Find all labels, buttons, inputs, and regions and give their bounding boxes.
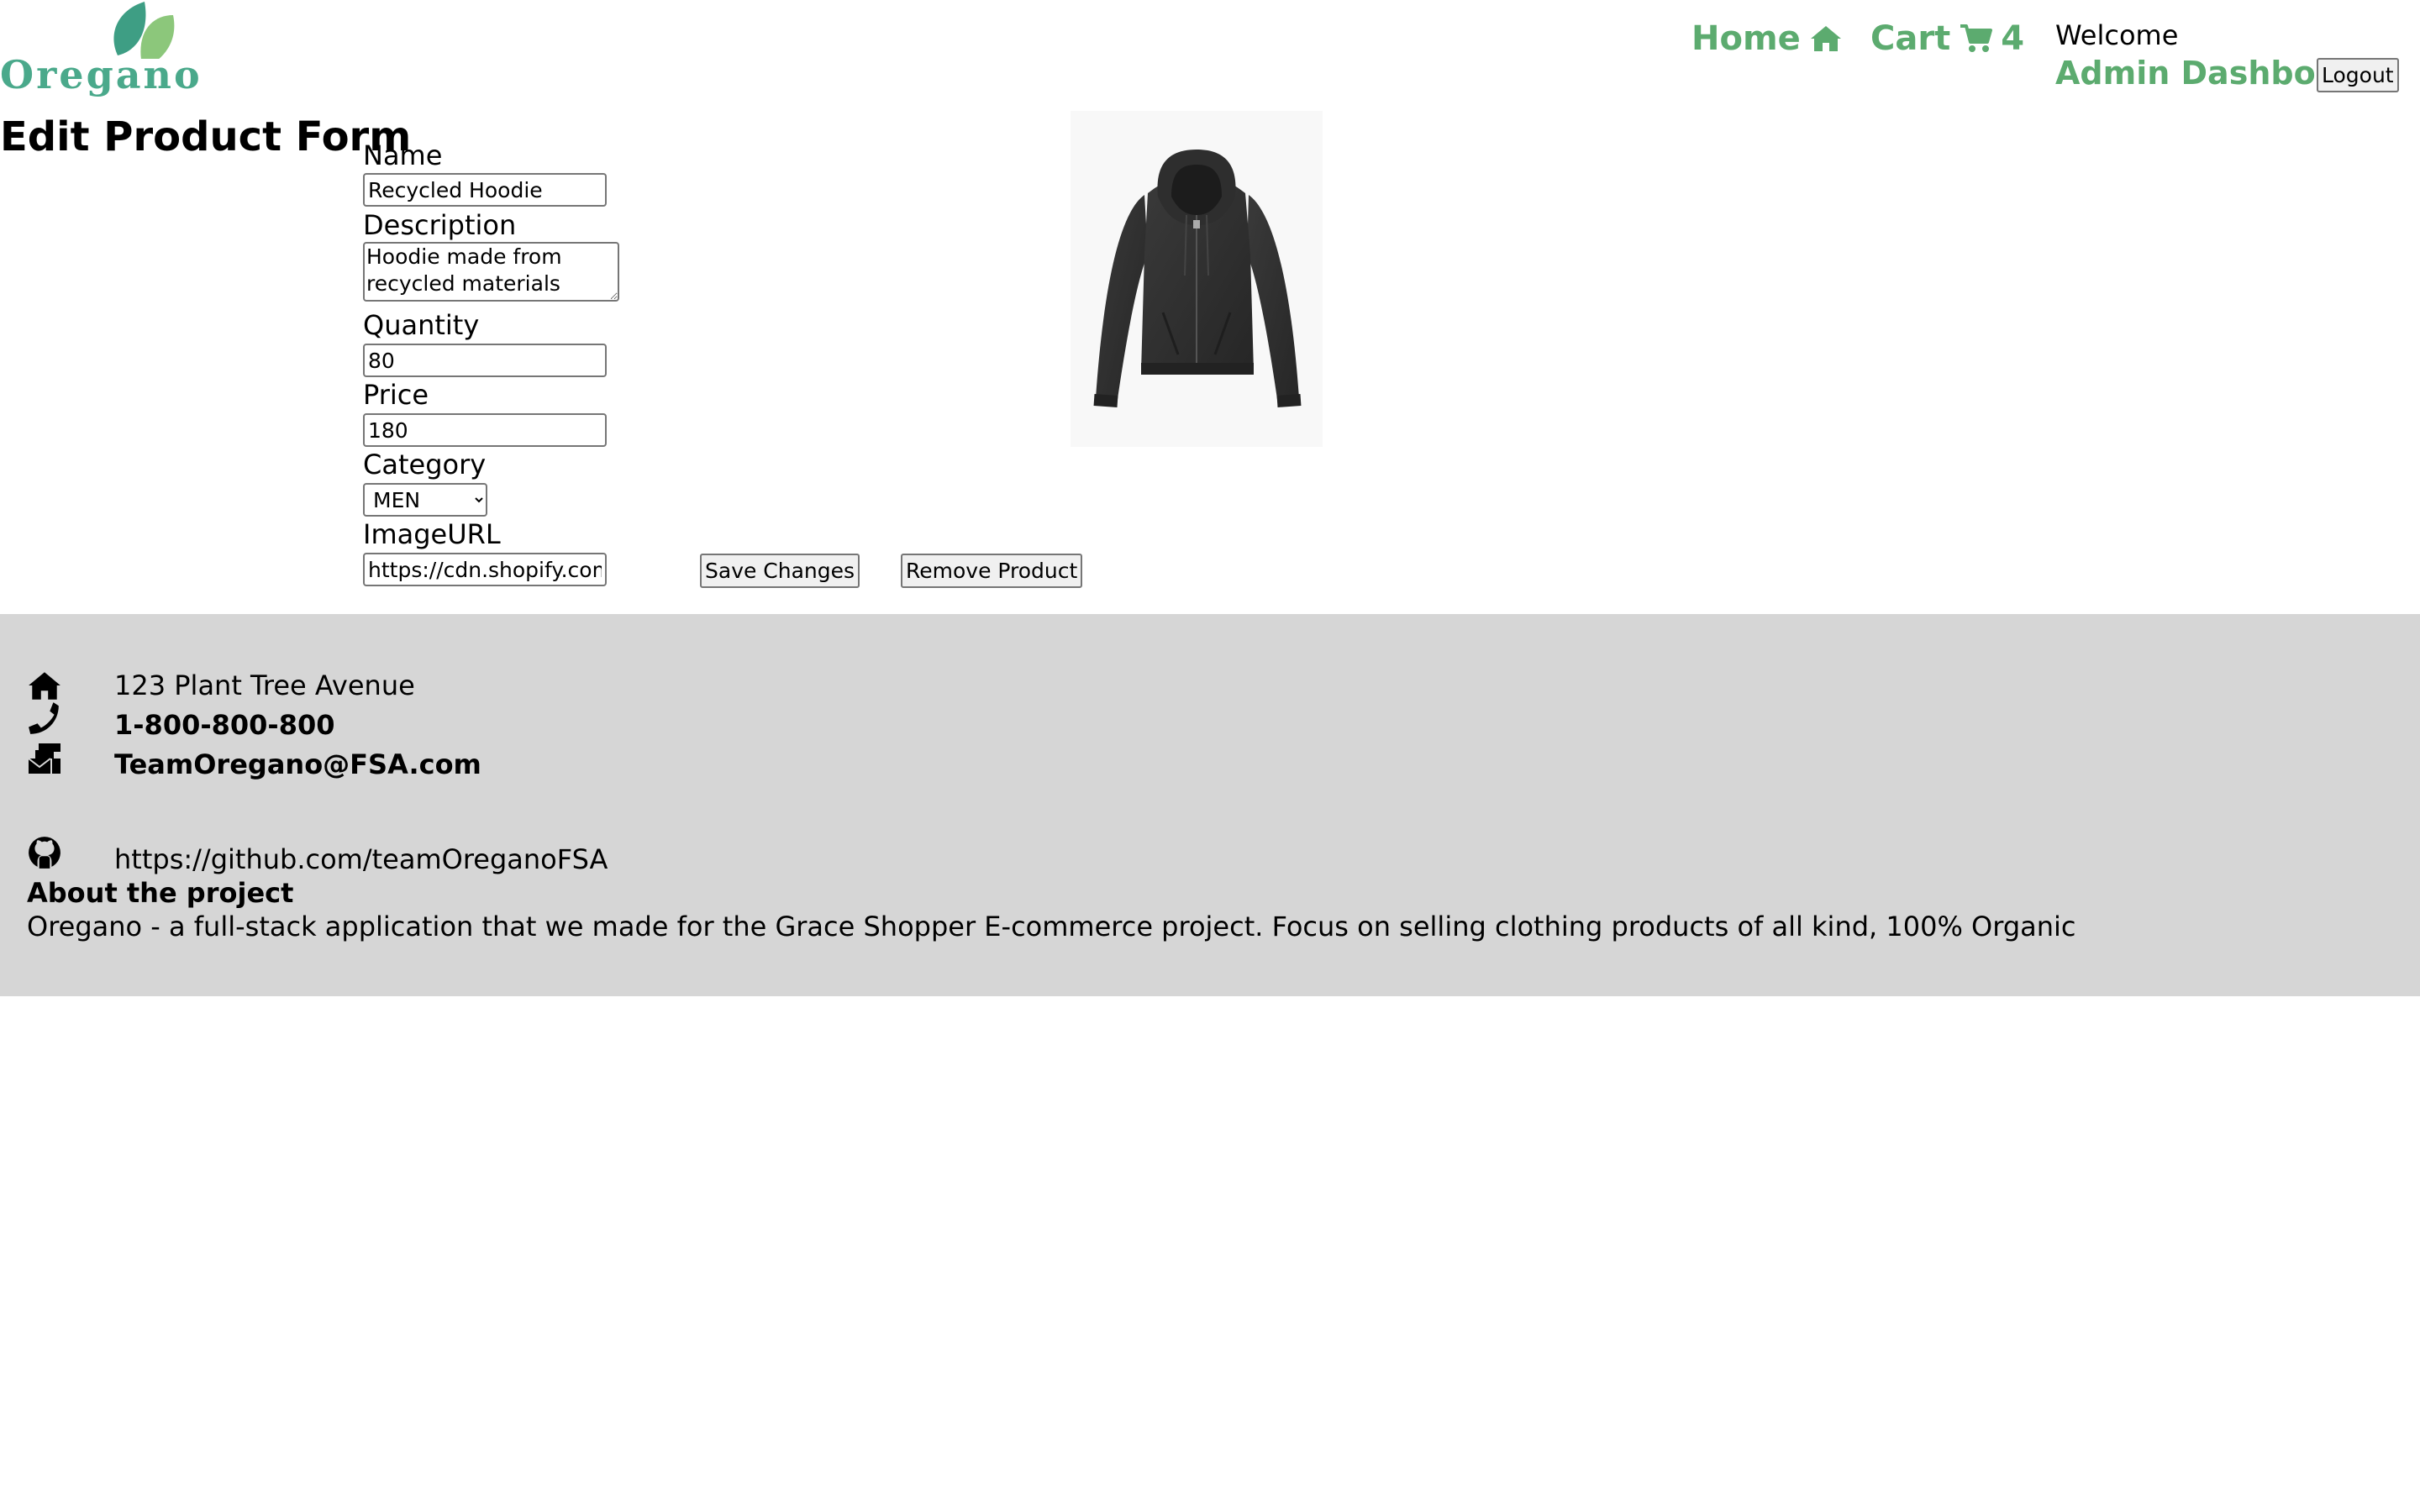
name-input[interactable] [363,173,607,207]
welcome-text: Welcome [2055,19,2179,51]
category-select[interactable]: MEN [363,483,487,517]
logo-text: Oregano [0,52,203,97]
page-title: Edit Product Form [0,113,412,160]
about-text: Oregano - a full-stack application that … [27,911,2076,942]
github-icon [29,837,60,869]
nav-home-link[interactable]: Home [1691,18,1843,59]
nav-cart-label: Cart [1870,19,1951,58]
price-input[interactable] [363,413,607,447]
category-label: Category [363,449,487,480]
phone-icon [29,702,59,734]
footer-address: 123 Plant Tree Avenue [114,669,415,701]
nav-cart-link[interactable]: Cart 4 [1870,18,2024,59]
home-icon [1810,26,1841,51]
logout-button[interactable]: Logout [2317,58,2399,92]
hoodie-image [1093,150,1302,407]
footer-github-link[interactable]: https://github.com/teamOreganoFSA [114,843,608,876]
quantity-input[interactable] [363,344,607,377]
name-label: Name [363,139,443,171]
price-label: Price [363,379,429,411]
mail-bulk-icon [28,743,60,774]
home-icon [29,672,60,700]
save-changes-button[interactable]: Save Changes [700,554,860,588]
cart-count: 4 [2001,19,2025,58]
imageurl-input[interactable] [363,553,607,586]
footer-email[interactable]: TeamOregano@FSA.com [114,748,481,781]
description-label: Description [363,209,517,241]
about-title: About the project [27,877,294,909]
footer-phone: 1-800-800-800 [114,709,335,741]
product-image [1071,111,1323,447]
description-textarea[interactable]: Hoodie made from recycled materials [363,242,619,302]
imageurl-label: ImageURL [363,518,501,550]
leaf-logo-icon [113,2,175,59]
quantity-label: Quantity [363,309,480,341]
logo[interactable]: Oregano [0,0,200,101]
nav-home-label: Home [1691,19,1801,58]
remove-product-button[interactable]: Remove Product [901,554,1083,588]
cart-icon [1960,24,1993,52]
